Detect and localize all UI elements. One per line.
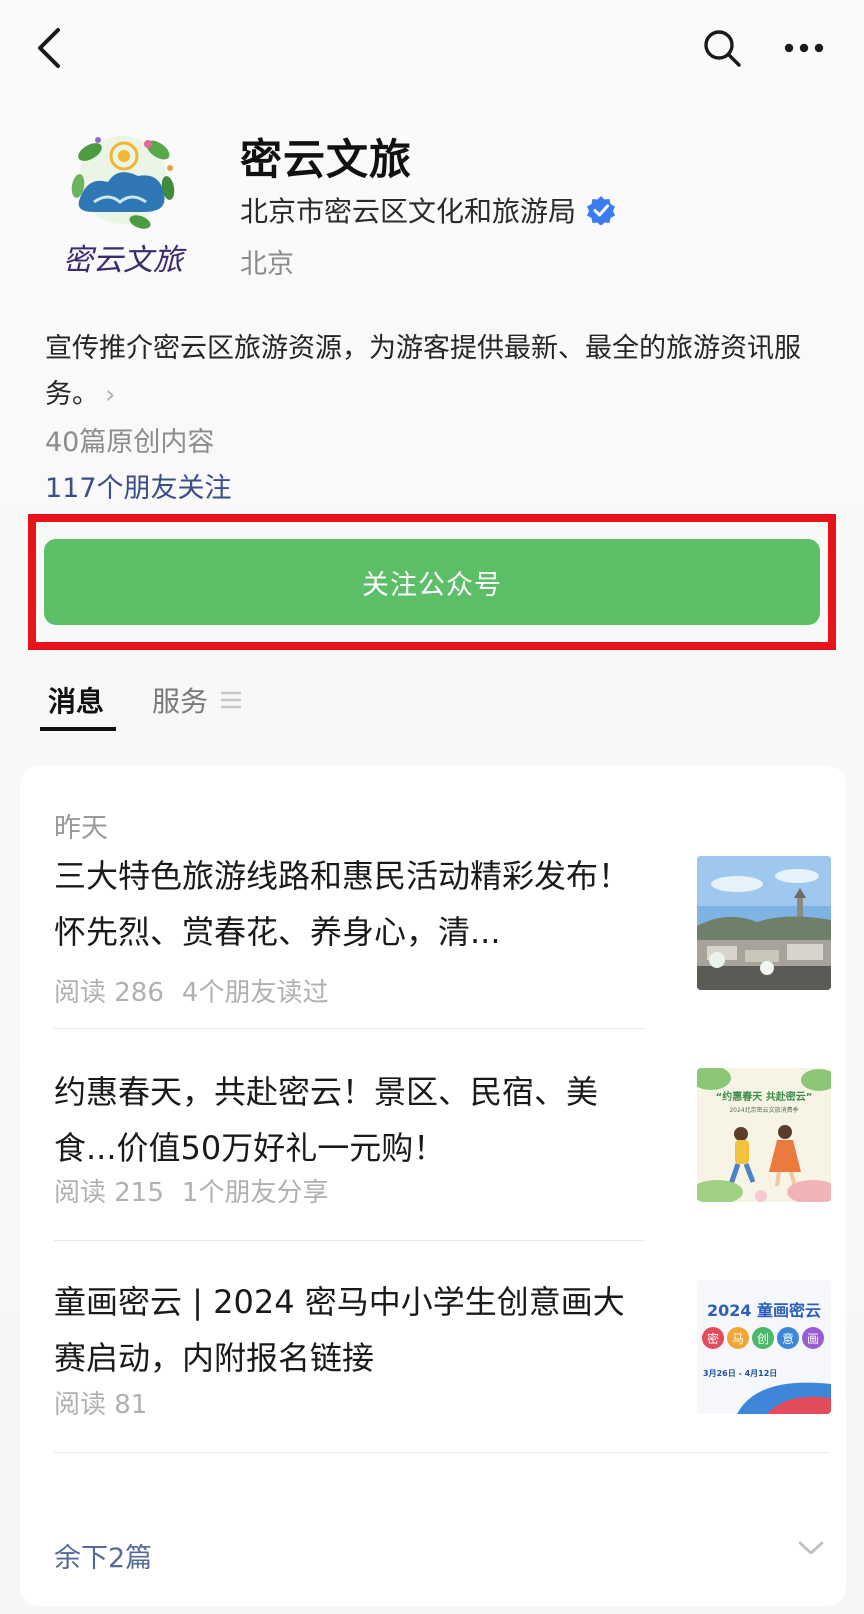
article-meta: 阅读 81	[54, 1384, 147, 1421]
chevron-left-icon	[38, 28, 60, 68]
chevron-down-icon	[798, 1541, 824, 1555]
tab-bar: 消息 服务	[0, 672, 864, 732]
svg-text:密云文旅: 密云文旅	[63, 243, 187, 278]
article-thumbnail: 2024 童画密云 密 马 创 意 画 3月26日 - 4月12日	[697, 1280, 831, 1414]
chevron-right-icon: ›	[105, 380, 116, 410]
svg-text:“约惠春天 共赴密云”: “约惠春天 共赴密云”	[716, 1090, 813, 1103]
svg-text:创: 创	[757, 1332, 769, 1346]
original-content-count: 40篇原创内容	[45, 427, 215, 458]
article-reads: 阅读 81	[54, 1390, 148, 1420]
svg-text:马: 马	[732, 1332, 744, 1346]
tab-services[interactable]: 服务	[152, 680, 242, 720]
account-organization-row: 北京市密云区文化和旅游局	[240, 190, 616, 230]
account-logo: 密云文旅	[48, 116, 198, 284]
remaining-articles-label: 余下2篇	[54, 1543, 153, 1574]
article-item[interactable]: 童画密云 | 2024 密马中小学生创意画大赛启动，内附报名链接 阅读 81 2…	[54, 1274, 831, 1424]
tab-services-label: 服务	[152, 685, 209, 718]
article-reads: 阅读 215	[54, 1178, 164, 1208]
active-tab-indicator	[40, 727, 116, 731]
search-icon	[704, 30, 741, 67]
svg-text:意: 意	[782, 1331, 794, 1346]
article-title: 约惠春天，共赴密云！景区、民宿、美食...价值50万好礼一元购！	[54, 1073, 599, 1167]
top-nav-bar	[0, 0, 864, 96]
article-meta: 阅读 286 4个朋友读过	[54, 972, 328, 1009]
article-item[interactable]: 三大特色旅游线路和惠民活动精彩发布！怀先烈、赏春花、养身心，清... 阅读 28…	[54, 848, 831, 1008]
account-location: 北京	[240, 249, 294, 280]
article-social: 4个朋友读过	[181, 978, 329, 1008]
account-description[interactable]: 宣传推介密云区旅游资源，为游客提供最新、最全的旅游资讯服务。 ›	[45, 326, 825, 418]
svg-text:画: 画	[807, 1332, 819, 1346]
more-dots-icon	[784, 43, 824, 53]
divider	[54, 1240, 644, 1241]
article-title: 三大特色旅游线路和惠民活动精彩发布！怀先烈、赏春花、养身心，清...	[54, 857, 631, 951]
svg-text:2024 童画密云: 2024 童画密云	[707, 1301, 821, 1320]
article-item[interactable]: 约惠春天，共赴密云！景区、民宿、美食...价值50万好礼一元购！ 阅读 215 1…	[54, 1064, 831, 1214]
menu-icon	[221, 691, 242, 709]
back-button[interactable]	[24, 22, 74, 74]
article-meta: 阅读 215 1个朋友分享	[54, 1172, 328, 1209]
account-organization: 北京市密云区文化和旅游局	[240, 195, 577, 228]
follow-account-button[interactable]: 关注公众号	[44, 539, 820, 625]
search-button[interactable]	[694, 22, 750, 74]
svg-text:3月26日 - 4月12日: 3月26日 - 4月12日	[703, 1369, 777, 1378]
article-thumbnail	[697, 856, 831, 990]
article-title: 童画密云 | 2024 密马中小学生创意画大赛启动，内附报名链接	[54, 1283, 625, 1377]
feed-date: 昨天	[54, 813, 108, 844]
verified-badge-icon	[587, 196, 616, 225]
article-thumbnail: “约惠春天 共赴密云” 2024北京密云文旅消费季	[697, 1068, 831, 1202]
tab-messages[interactable]: 消息	[48, 680, 104, 720]
description-text: 宣传推介密云区旅游资源，为游客提供最新、最全的旅游资讯服务。	[45, 333, 801, 410]
message-feed-card: 昨天 三大特色旅游线路和惠民活动精彩发布！怀先烈、赏春花、养身心，清... 阅读…	[20, 766, 846, 1606]
svg-text:2024北京密云文旅消费季: 2024北京密云文旅消费季	[729, 1106, 798, 1114]
svg-text:密: 密	[707, 1331, 719, 1346]
divider	[54, 1452, 830, 1453]
account-name: 密云文旅	[240, 135, 413, 184]
friends-following-link[interactable]: 117个朋友关注	[45, 466, 232, 505]
expand-remaining-articles[interactable]: 余下2篇	[54, 1528, 830, 1584]
article-reads: 阅读 286	[54, 978, 164, 1008]
article-social: 1个朋友分享	[181, 1178, 329, 1208]
more-button[interactable]	[772, 22, 836, 74]
divider	[54, 1028, 644, 1029]
